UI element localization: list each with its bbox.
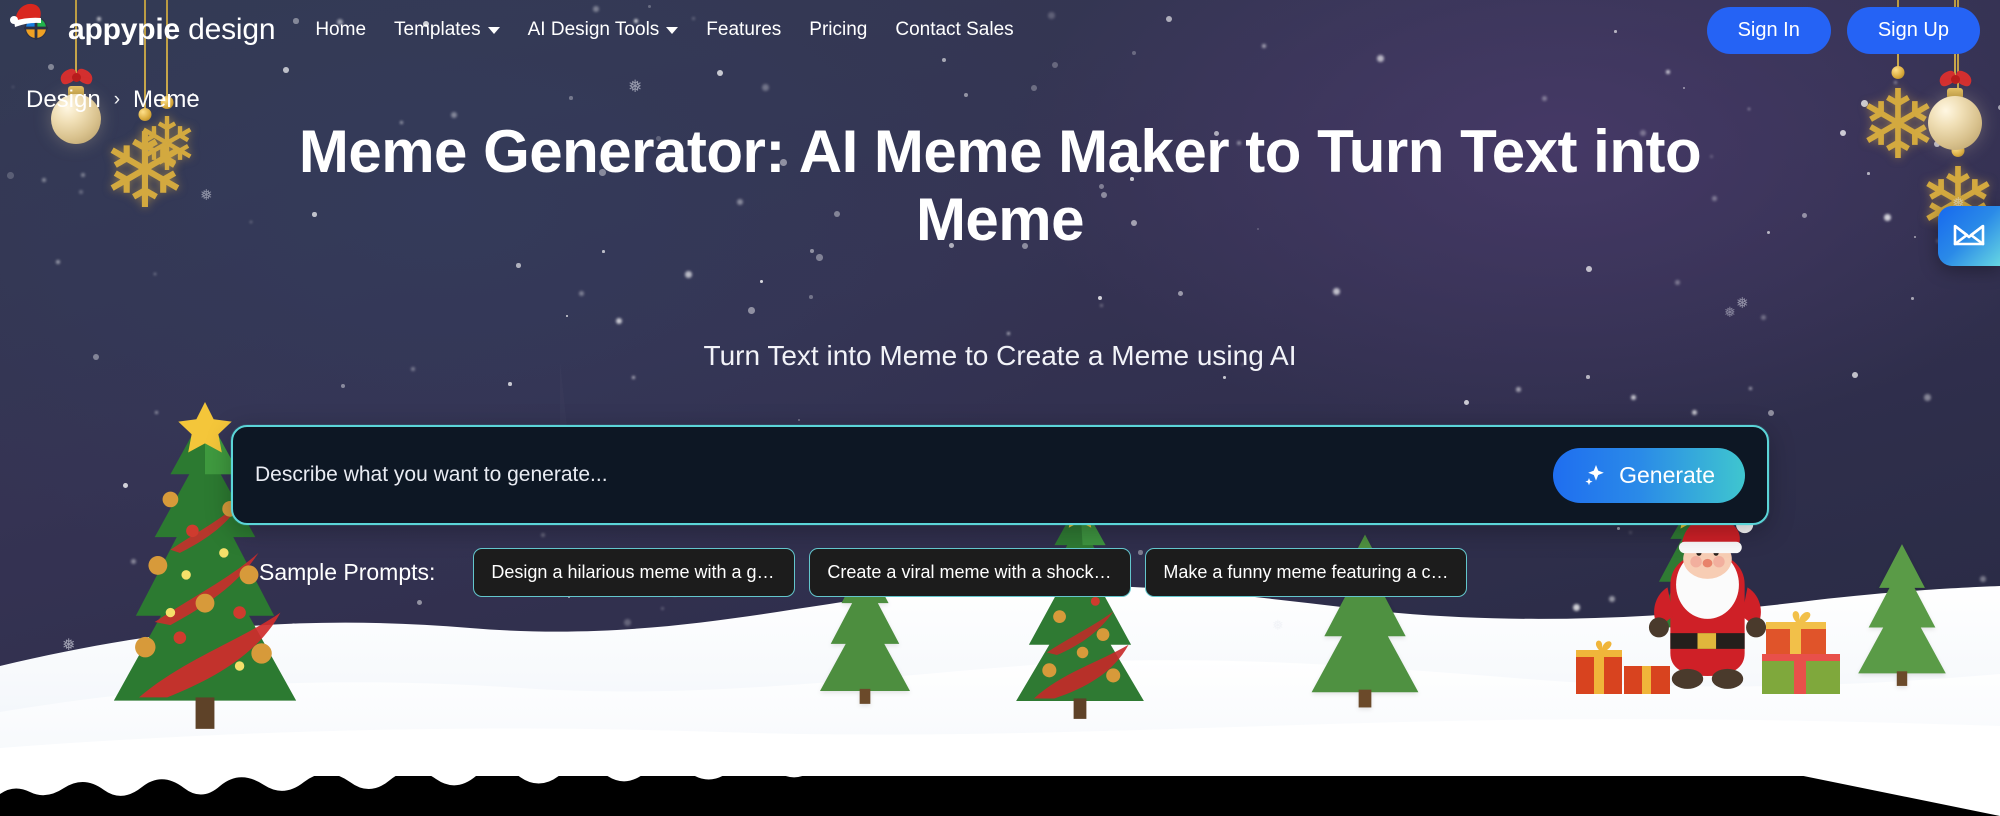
nav-item-templates[interactable]: Templates <box>380 11 514 49</box>
contact-mail-tab[interactable] <box>1938 206 2000 266</box>
breadcrumb-item-meme[interactable]: Meme <box>133 86 200 114</box>
breadcrumb: Design › Meme <box>26 86 200 114</box>
prompt-box: Generate <box>231 425 1769 525</box>
nav-item-ai-design-tools[interactable]: AI Design Tools <box>514 11 693 49</box>
sample-prompt-chip[interactable]: Design a hilarious meme with a grumpy ca… <box>473 548 796 597</box>
appypie-logo-icon <box>10 3 58 52</box>
auth-actions: Sign In Sign Up <box>1706 6 1980 54</box>
chevron-down-icon <box>666 26 679 34</box>
sign-in-button[interactable]: Sign In <box>1706 6 1831 54</box>
nav-item-features[interactable]: Features <box>692 11 795 49</box>
breadcrumb-item-design[interactable]: Design <box>26 86 101 114</box>
generate-button[interactable]: Generate <box>1553 447 1745 503</box>
page-title: Meme Generator: AI Meme Maker to Turn Te… <box>298 118 1702 253</box>
sample-prompt-chip[interactable]: Create a viral meme with a shocked dog r… <box>809 548 1132 597</box>
nav-label: Pricing <box>809 19 868 40</box>
envelope-icon <box>1953 224 1985 246</box>
nav-item-contact-sales[interactable]: Contact Sales <box>881 11 1027 49</box>
nav-item-pricing[interactable]: Pricing <box>795 11 881 49</box>
nav-label: AI Design Tools <box>527 19 660 40</box>
nav-label: Contact Sales <box>895 19 1014 40</box>
nav-label: Features <box>706 19 782 40</box>
bottom-edge-band <box>0 776 2000 816</box>
brand-name: appypie design <box>68 13 276 46</box>
sample-prompts: Sample Prompts: Design a hilarious meme … <box>259 548 1739 597</box>
nav-label: Templates <box>394 19 481 40</box>
sample-prompts-label: Sample Prompts: <box>259 559 436 585</box>
site-header: appypie design Home Templates AI Design … <box>0 0 2000 60</box>
prompt-input[interactable] <box>255 463 1554 487</box>
page-stage: ❄ ❄ ❄ ❄ ❅ ❅ ❅ ❅ ❅ ❅ ❅ appypie design Hom… <box>0 0 2000 816</box>
nav-item-home[interactable]: Home <box>301 11 380 49</box>
santa-hat-icon <box>10 3 41 27</box>
sample-prompt-chip[interactable]: Make a funny meme featuring a confused b… <box>1145 548 1468 597</box>
logo[interactable]: appypie design <box>10 3 276 52</box>
sparkle-icon <box>1585 465 1604 486</box>
sign-up-button[interactable]: Sign Up <box>1846 6 1980 54</box>
breadcrumb-separator-icon: › <box>113 89 121 110</box>
page-subtitle: Turn Text into Meme to Create a Meme usi… <box>703 340 1297 371</box>
chevron-down-icon <box>487 26 500 34</box>
main-nav: Home Templates AI Design Tools Features … <box>301 11 1027 49</box>
nav-label: Home <box>315 19 367 40</box>
generate-button-label: Generate <box>1619 461 1715 488</box>
